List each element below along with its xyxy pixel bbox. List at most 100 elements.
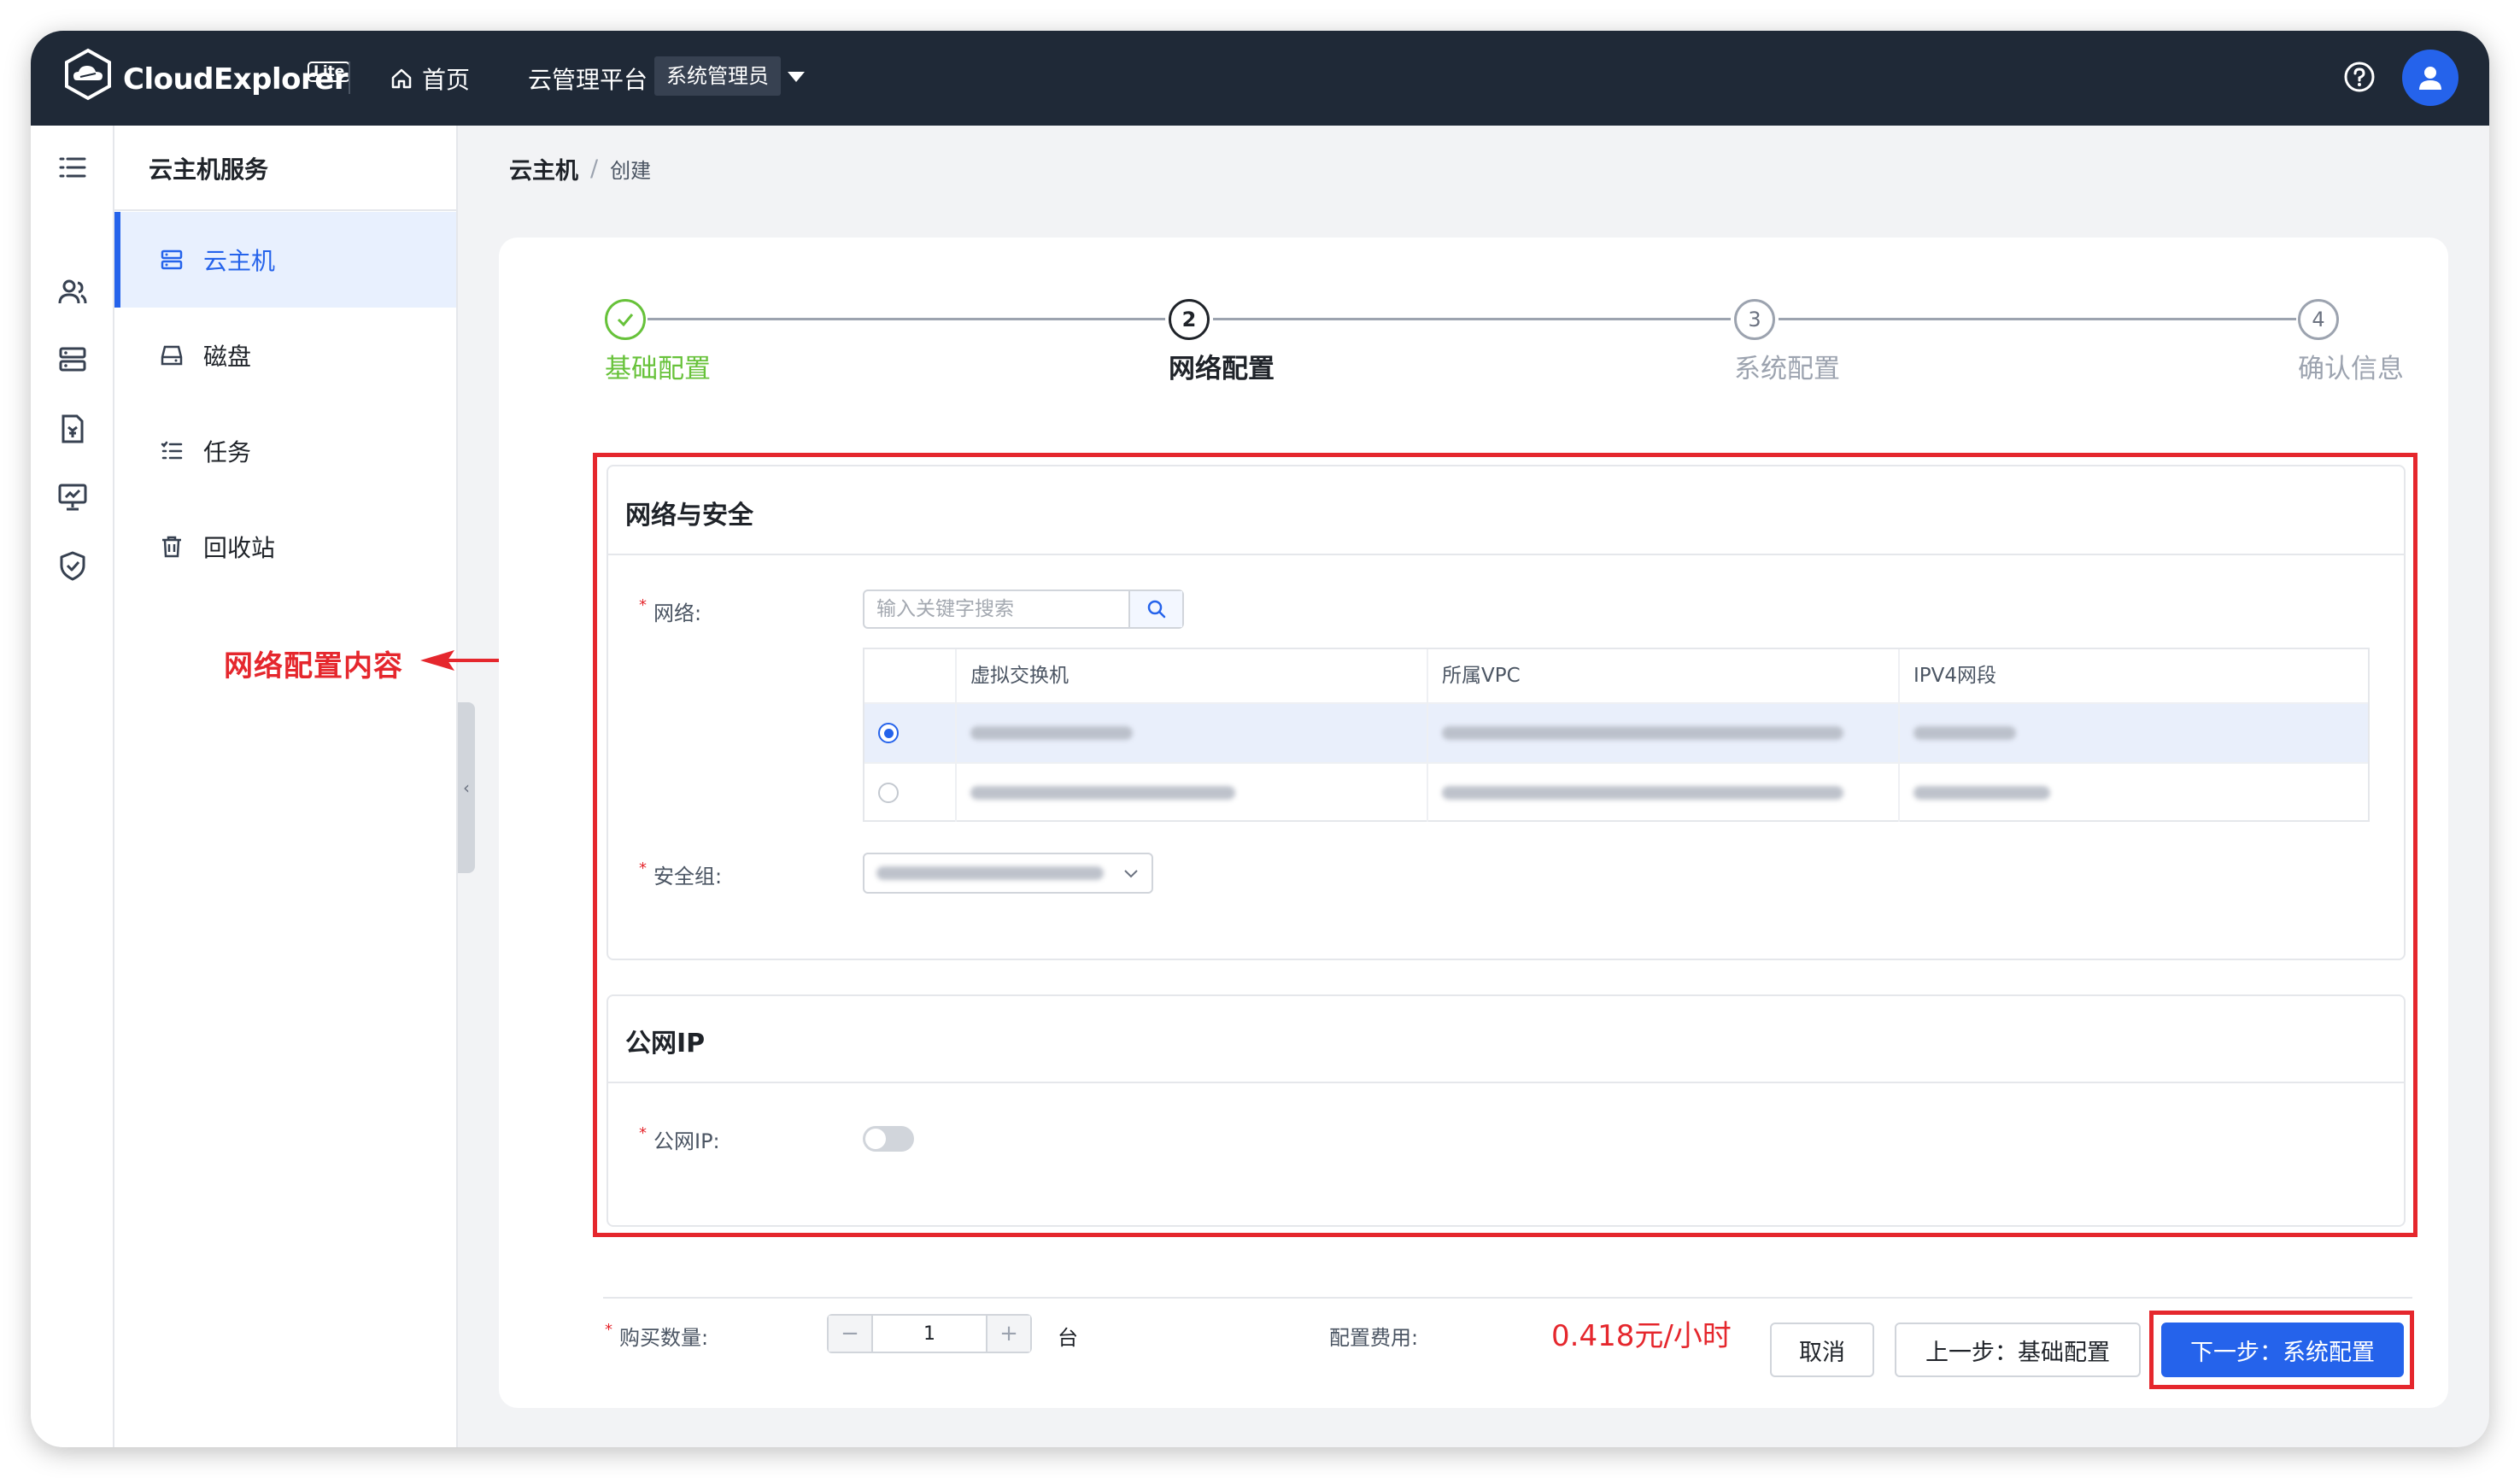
home-link[interactable]: 首页 [390,62,470,96]
platform-link[interactable]: 云管理平台 [528,62,648,96]
trash-icon [162,536,181,558]
step-4-number: 4 [2298,299,2339,340]
step-1-check-icon [605,299,646,340]
public-ip-section: 公网IP [607,994,2406,1227]
fee-label: 配置费用: [1329,1326,1419,1350]
row-radio[interactable] [878,723,899,743]
search-button[interactable] [1128,591,1182,627]
decrement-button[interactable]: − [829,1316,871,1352]
public-ip-label: * 公网IP: [639,1124,720,1153]
home-icon [391,68,412,89]
chevron-down-icon[interactable] [788,72,805,82]
search-icon [1147,600,1165,619]
users-icon[interactable] [56,276,89,308]
quantity-unit: 台 [1058,1326,1078,1350]
row-select-cell [864,704,957,762]
monitor-icon[interactable] [56,481,89,513]
breadcrumb-parent[interactable]: 云主机 [509,152,578,185]
increment-button[interactable]: + [987,1316,1030,1352]
row-radio[interactable] [878,783,899,803]
section-title: 网络与安全 [625,501,753,531]
section-divider [608,554,2404,555]
row-select-cell [864,764,957,822]
security-group-label: * 安全组: [639,859,723,889]
sidebar-item-label: 磁盘 [203,343,252,371]
app-window: CloudExplorer Lite 首页 云管理平台 系统管理员 云主机服务 … [31,31,2489,1447]
quantity-value[interactable]: 1 [871,1316,987,1352]
user-icon [2419,67,2441,90]
bill-icon[interactable] [56,413,89,445]
redacted-text [970,786,1235,800]
sidebar-item-vm[interactable]: 云主机 [114,212,456,308]
vswitch-cell [957,704,1428,762]
table-header-vpc: 所属VPC [1428,649,1900,702]
service-sidebar: 云主机服务 云主机 磁盘 任务 回收站 [114,126,458,1447]
user-avatar[interactable] [2402,50,2458,106]
sidebar-collapse-handle[interactable]: ‹ [458,702,475,873]
annotation-label: 网络配置内容 [224,649,403,683]
ipv4-cell [1900,764,2370,822]
sidebar-item-recycle[interactable]: 回收站 [114,499,456,595]
sidebar-item-disk[interactable]: 磁盘 [114,308,456,403]
role-selector[interactable]: 系统管理员 [654,56,781,96]
network-label: * 网络: [639,596,702,625]
cancel-button[interactable]: 取消 [1770,1323,1874,1377]
network-search [863,589,1184,629]
footer-divider [603,1297,2412,1299]
app-logo[interactable]: CloudExplorer Lite [62,48,351,101]
public-ip-toggle[interactable] [863,1126,914,1152]
redacted-text [1442,786,1843,800]
topbar-divider [349,62,350,94]
vpc-cell [1428,764,1900,822]
table-header-vswitch: 虚拟交换机 [957,649,1428,702]
sidebar-item-label: 回收站 [203,534,276,562]
sidebar-item-task[interactable]: 任务 [114,403,456,499]
table-row[interactable] [864,702,2368,762]
sidebar-title: 云主机服务 [149,155,269,184]
quantity-label: * 购买数量: [605,1321,709,1350]
breadcrumb-current: 创建 [610,159,652,183]
redacted-text [1442,726,1843,740]
step-connector [1779,318,2296,320]
fee-value: 0.418元/小时 [1551,1319,1732,1353]
redacted-text [1913,786,2050,800]
help-icon[interactable] [2342,60,2376,94]
section-title: 公网IP [625,1029,706,1059]
server-icon [161,249,183,270]
redacted-text [876,866,1104,880]
next-step-button[interactable]: 下一步：系统配置 [2161,1323,2404,1377]
step-2-label: 网络配置 [1169,354,1275,384]
table-row[interactable] [864,762,2368,822]
top-navbar: CloudExplorer Lite 首页 云管理平台 系统管理员 [31,31,2489,126]
ipv4-cell [1900,704,2370,762]
home-label: 首页 [422,66,471,94]
breadcrumb: 云主机 / 创建 [509,152,651,185]
network-table: 虚拟交换机 所属VPC IPV4网段 [863,648,2370,822]
server-icon[interactable] [56,344,89,377]
prev-step-button[interactable]: 上一步：基础配置 [1895,1323,2141,1377]
table-header-select [864,649,957,702]
step-3-number: 3 [1734,299,1775,340]
step-connector [648,318,1165,320]
network-search-input[interactable] [864,591,1128,627]
sidebar-divider [114,209,456,211]
chevron-down-icon [1124,870,1138,878]
breadcrumb-separator: / [590,155,599,182]
security-group-select[interactable] [863,853,1153,894]
step-4-label: 确认信息 [2298,354,2404,384]
cloud-logo-icon [65,48,111,101]
vswitch-cell [957,764,1428,822]
sidebar-item-label: 云主机 [203,247,276,275]
vpc-cell [1428,704,1900,762]
step-connector [1213,318,1731,320]
shield-icon[interactable] [56,549,89,582]
redacted-text [970,726,1133,740]
menu-icon[interactable] [56,151,89,184]
quantity-stepper: − 1 + [827,1314,1032,1353]
task-list-icon [161,441,183,460]
logo-badge: Lite [308,62,351,82]
section-divider [608,1082,2404,1083]
redacted-text [1913,726,2016,740]
table-header-ipv4: IPV4网段 [1913,665,1997,687]
step-1-label: 基础配置 [605,354,711,384]
